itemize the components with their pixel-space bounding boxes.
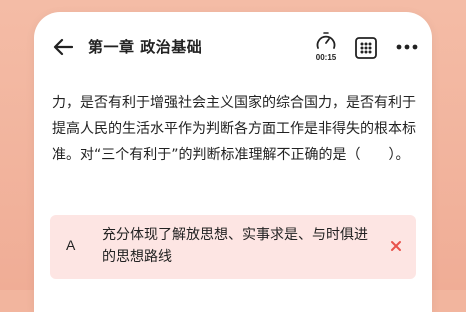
question-text: 力，是否有利于增强社会主义国家的综合国力，是否有利于提高人民的生活水平作为判断各… [52,95,416,163]
answer-sheet-button[interactable] [354,36,378,60]
option-letter: A [66,237,76,253]
option-a[interactable]: A 充分体现了解放思想、实事求是、与时俱进的思想路线 [50,215,416,279]
more-button[interactable] [394,38,420,56]
timer-text: 00:15 [315,53,337,62]
timer-button[interactable]: 00:15 [312,32,340,66]
app-screen: 第一章 政治基础 00:15 力，是否有利于增强社会主义国家的综合国力，是否有利… [34,12,432,312]
back-button[interactable] [50,34,76,60]
wrong-mark-icon [391,241,401,251]
page-title: 第一章 政治基础 [88,38,203,56]
more-dots-icon [396,44,418,50]
option-text: 充分体现了解放思想、实事求是、与时俱进的思想路线 [102,227,368,265]
stopwatch-icon [316,32,336,49]
back-arrow-icon [53,38,73,56]
top-bar: 第一章 政治基础 00:15 [34,12,432,74]
grid-icon [355,37,377,59]
